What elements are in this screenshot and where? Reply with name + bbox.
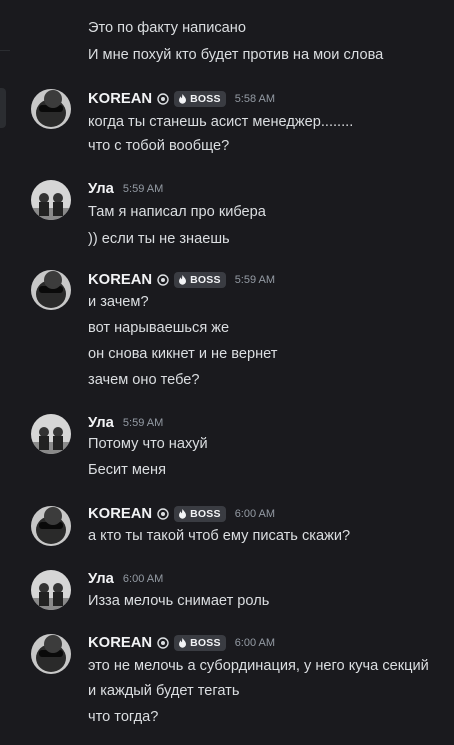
author-name[interactable]: KOREAN <box>88 91 152 107</box>
author-name[interactable]: Ула <box>88 415 114 431</box>
message-header: KOREAN BOSS 5:58 AM <box>88 89 275 109</box>
message-line: когда ты станешь асист менеджер........ <box>88 114 354 130</box>
message-line: Там я написал про кибера <box>88 204 266 220</box>
message-line: что с тобой вообще? <box>88 138 230 154</box>
role-badge[interactable]: BOSS <box>174 91 226 107</box>
avatar[interactable] <box>31 634 71 674</box>
message-line: это не мелочь а субординация, у него куч… <box>88 658 429 674</box>
message-line: вот нарываешься же <box>88 320 230 336</box>
shield-tag-icon <box>157 508 169 520</box>
timestamp[interactable]: 5:59 AM <box>123 183 163 195</box>
author-name[interactable]: Ула <box>88 571 114 587</box>
role-badge[interactable]: BOSS <box>174 635 226 651</box>
author-name[interactable]: KOREAN <box>88 635 152 651</box>
message-line: он снова кикнет и не вернет <box>88 346 278 362</box>
role-badge[interactable]: BOSS <box>174 272 226 288</box>
timestamp[interactable]: 6:00 AM <box>235 637 275 649</box>
chat-log: Это по факту написано И мне похуй кто бу… <box>0 0 454 745</box>
message-line: зачем оно тебе? <box>88 372 200 388</box>
timestamp[interactable]: 5:59 AM <box>235 274 275 286</box>
message-line: И мне похуй кто будет против на мои слов… <box>88 47 384 63</box>
message-line: Это по факту написано <box>88 20 246 36</box>
shield-tag-icon <box>157 637 169 649</box>
shield-tag-icon <box>157 93 169 105</box>
message-header: Ула 5:59 AM <box>88 413 163 433</box>
timestamp[interactable]: 5:59 AM <box>123 417 163 429</box>
message-header: KOREAN BOSS 6:00 AM <box>88 633 275 653</box>
timestamp[interactable]: 5:58 AM <box>235 93 275 105</box>
shield-tag-icon <box>157 274 169 286</box>
message-header: Ула 6:00 AM <box>88 569 163 589</box>
avatar[interactable] <box>31 506 71 546</box>
role-label: BOSS <box>190 637 221 649</box>
avatar[interactable] <box>31 180 71 220</box>
avatar[interactable] <box>31 570 71 610</box>
fire-icon <box>179 509 187 519</box>
message-line: и зачем? <box>88 294 149 310</box>
message-header: KOREAN BOSS 6:00 AM <box>88 504 275 524</box>
author-name[interactable]: KOREAN <box>88 506 152 522</box>
avatar[interactable] <box>31 414 71 454</box>
message-line: а кто ты такой чтоб ему писать скажи? <box>88 528 351 544</box>
fire-icon <box>179 638 187 648</box>
message-line: Бесит меня <box>88 462 166 478</box>
message-line: )) если ты не знаешь <box>88 231 230 247</box>
role-label: BOSS <box>190 274 221 286</box>
message-line: и каждый будет тегать <box>88 683 240 699</box>
message-line: Потому что нахуй <box>88 436 208 452</box>
message-header: Ула 5:59 AM <box>88 179 163 199</box>
avatar[interactable] <box>31 270 71 310</box>
role-label: BOSS <box>190 93 221 105</box>
message-line: что тогда? <box>88 709 159 725</box>
timestamp[interactable]: 6:00 AM <box>123 573 163 585</box>
role-badge[interactable]: BOSS <box>174 506 226 522</box>
message-line: Изза мелочь снимает роль <box>88 593 270 609</box>
role-label: BOSS <box>190 508 221 520</box>
fire-icon <box>179 94 187 104</box>
author-name[interactable]: KOREAN <box>88 272 152 288</box>
timestamp[interactable]: 6:00 AM <box>235 508 275 520</box>
message-header: KOREAN BOSS 5:59 AM <box>88 270 275 290</box>
avatar[interactable] <box>31 89 71 129</box>
author-name[interactable]: Ула <box>88 181 114 197</box>
fire-icon <box>179 275 187 285</box>
